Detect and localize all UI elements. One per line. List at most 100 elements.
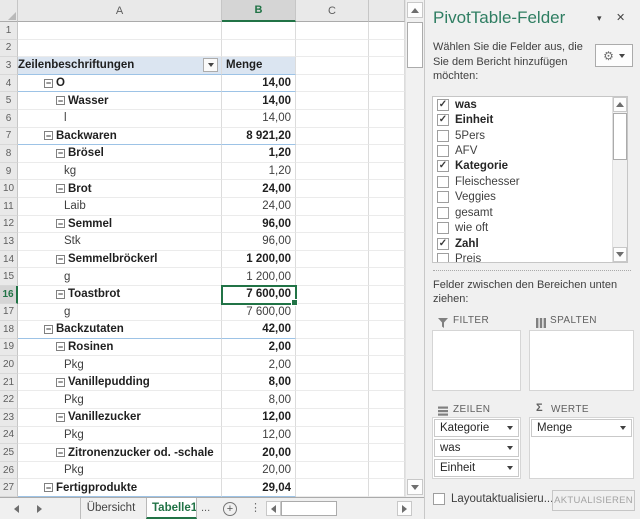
vertical-scrollbar[interactable] <box>405 0 424 497</box>
cell[interactable] <box>296 409 369 427</box>
cell[interactable] <box>369 391 405 410</box>
row-header-6[interactable]: 6 <box>0 109 18 128</box>
cell[interactable]: − Wasser <box>18 92 222 110</box>
collapse-button[interactable]: − <box>44 483 53 493</box>
cell[interactable] <box>296 215 369 234</box>
cell[interactable] <box>369 303 405 322</box>
pivot-item-value[interactable]: 1,20 <box>222 162 296 181</box>
cell[interactable] <box>369 92 405 110</box>
cell[interactable]: g <box>18 303 222 322</box>
cell[interactable] <box>296 197 369 216</box>
field-item-preis[interactable]: Preis <box>433 251 627 262</box>
cell[interactable] <box>222 22 296 40</box>
field-checkbox[interactable] <box>437 129 449 142</box>
row-header-9[interactable]: 9 <box>0 162 18 181</box>
row-header-26[interactable]: 26 <box>0 461 18 480</box>
cell[interactable]: − Backwaren <box>18 127 222 146</box>
tab-nav-left-button[interactable] <box>14 505 19 513</box>
sheet-tab-tabelle1[interactable]: Tabelle1 <box>146 498 197 519</box>
cell[interactable]: − Toastbrot <box>18 285 222 304</box>
scroll-down-button[interactable] <box>613 247 627 262</box>
cell[interactable] <box>296 74 369 93</box>
cell[interactable]: Laib <box>18 197 222 216</box>
cell[interactable] <box>296 338 369 357</box>
cell[interactable]: Pkg <box>18 426 222 445</box>
collapse-button[interactable]: − <box>56 448 65 458</box>
field-checkbox[interactable] <box>437 175 449 188</box>
row-header-2[interactable]: 2 <box>0 39 18 58</box>
row-header-20[interactable]: 20 <box>0 356 18 374</box>
scroll-up-button[interactable] <box>407 2 423 18</box>
collapse-button[interactable]: − <box>56 184 65 194</box>
cell[interactable] <box>369 22 405 40</box>
field-checkbox[interactable] <box>437 191 449 204</box>
pivot-item-value[interactable]: 7 600,00 <box>222 303 296 322</box>
cell[interactable] <box>369 356 405 374</box>
cell[interactable] <box>296 250 369 269</box>
cell[interactable] <box>369 268 405 286</box>
cell[interactable] <box>296 92 369 110</box>
field-checkbox[interactable] <box>437 206 449 219</box>
field-item-kategorie[interactable]: ✓ Kategorie <box>433 159 627 174</box>
field-checkbox[interactable] <box>437 222 449 235</box>
pivot-item-value[interactable]: 29,04 <box>222 479 296 498</box>
cell[interactable] <box>369 197 405 216</box>
field-item-gesamt[interactable]: gesamt <box>433 205 627 220</box>
row-header-24[interactable]: 24 <box>0 426 18 445</box>
rows-drop-area[interactable]: Kategorie was Einheit <box>432 417 521 479</box>
cell[interactable]: − Brösel <box>18 145 222 163</box>
pivot-item-value[interactable]: 12,00 <box>222 409 296 427</box>
row-header-1[interactable]: 1 <box>0 22 18 40</box>
update-button[interactable]: AKTUALISIEREN <box>552 490 635 511</box>
cell[interactable] <box>369 233 405 251</box>
cell[interactable] <box>369 461 405 480</box>
cell[interactable]: − Zitronenzucker od. -schale <box>18 444 222 462</box>
cell[interactable] <box>18 22 222 40</box>
cell[interactable] <box>296 39 369 58</box>
dropdown-arrow-icon[interactable] <box>620 426 626 430</box>
cell[interactable] <box>296 57 369 75</box>
cell[interactable] <box>369 74 405 93</box>
collapse-button[interactable]: − <box>56 148 65 158</box>
cell[interactable]: kg <box>18 162 222 181</box>
column-header-B[interactable]: B <box>222 0 296 22</box>
defer-layout-update[interactable]: Layoutaktualisieru... <box>433 493 553 505</box>
cell[interactable] <box>296 426 369 445</box>
pivot-item-value[interactable]: 96,00 <box>222 215 296 234</box>
cell[interactable]: − Backzutaten <box>18 321 222 339</box>
field-item-afv[interactable]: AFV <box>433 143 627 158</box>
collapse-button[interactable]: − <box>56 96 65 106</box>
collapse-button[interactable]: − <box>56 254 65 264</box>
cell[interactable]: Pkg <box>18 391 222 410</box>
pivot-item-value[interactable]: 1 200,00 <box>222 250 296 269</box>
cell[interactable] <box>296 145 369 163</box>
cell[interactable] <box>369 109 405 128</box>
cell[interactable] <box>296 391 369 410</box>
collapse-button[interactable]: − <box>56 342 65 352</box>
cell[interactable] <box>369 444 405 462</box>
cell[interactable] <box>296 162 369 181</box>
cell[interactable]: − Semmel <box>18 215 222 234</box>
hscroll-right-button[interactable] <box>397 501 412 516</box>
row-header-10[interactable]: 10 <box>0 180 18 198</box>
pivot-item-value[interactable]: 42,00 <box>222 321 296 339</box>
row-header-17[interactable]: 17 <box>0 303 18 322</box>
close-icon[interactable]: ✕ <box>616 11 625 24</box>
field-checkbox[interactable]: ✓ <box>437 160 449 173</box>
scroll-down-button[interactable] <box>407 479 423 495</box>
pane-options-icon[interactable]: ▾ <box>597 13 602 24</box>
area-pill-einheit[interactable]: Einheit <box>434 459 519 477</box>
dropdown-arrow-icon[interactable] <box>507 446 513 450</box>
row-header-22[interactable]: 22 <box>0 391 18 410</box>
field-list-scrollbar[interactable] <box>612 97 627 262</box>
row-header-14[interactable]: 14 <box>0 250 18 269</box>
cell[interactable] <box>222 39 296 58</box>
cell[interactable] <box>296 233 369 251</box>
cell[interactable]: Stk <box>18 233 222 251</box>
new-sheet-button[interactable]: + <box>223 501 237 516</box>
pivot-item-value[interactable]: 14,00 <box>222 92 296 110</box>
row-header-4[interactable]: 4 <box>0 74 18 93</box>
pivot-item-value[interactable]: 24,00 <box>222 180 296 198</box>
cell[interactable]: Zeilenbeschriftungen <box>18 57 222 75</box>
pivot-item-value[interactable]: 96,00 <box>222 233 296 251</box>
